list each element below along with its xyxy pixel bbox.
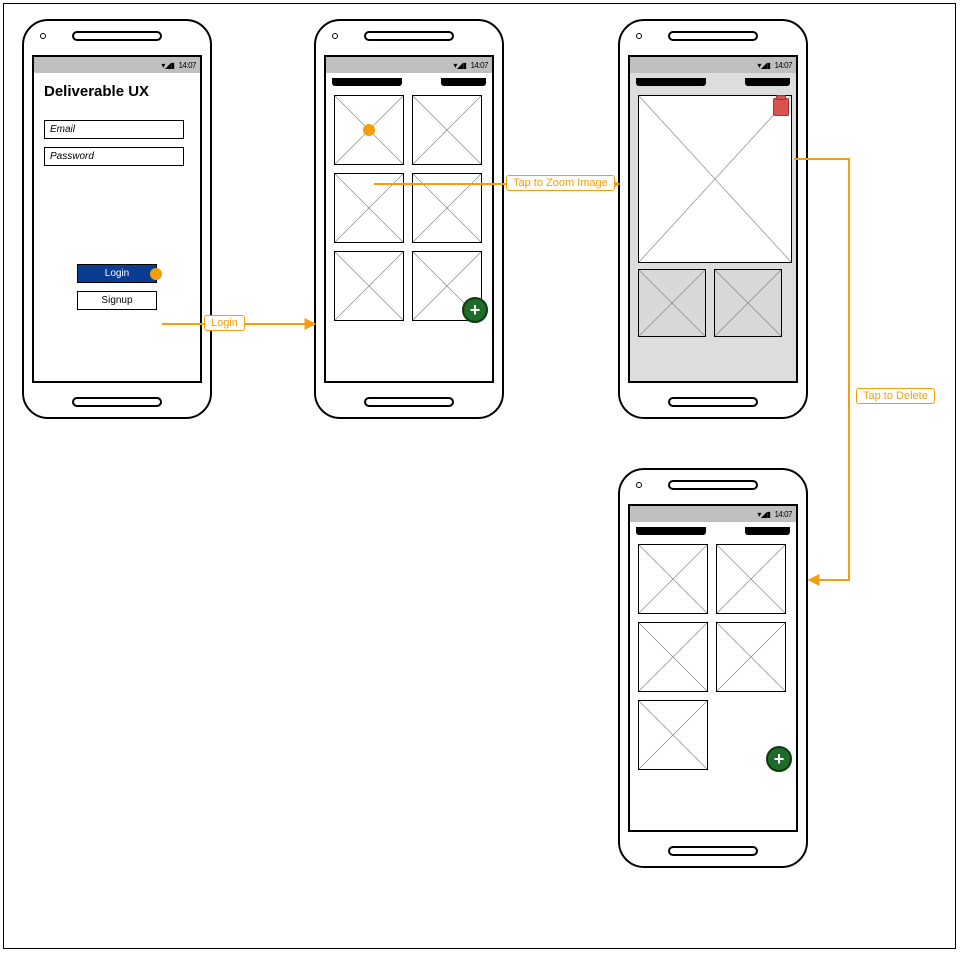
diagram-canvas: ▾◢▮ 14:07 Deliverable UX Email Password … <box>3 3 956 949</box>
speaker-icon <box>72 31 162 41</box>
speaker-icon <box>668 31 758 41</box>
gallery-thumb[interactable] <box>716 544 786 614</box>
gallery-header <box>326 73 492 91</box>
gallery-thumb[interactable] <box>716 622 786 692</box>
status-icons: ▾◢▮ <box>757 61 770 70</box>
phone-detail: ▾◢▮ 14:07 <box>618 19 808 419</box>
flow-label-login: Login <box>204 315 245 331</box>
gallery-thumb[interactable] <box>714 269 782 337</box>
add-button[interactable]: + <box>766 746 792 772</box>
screen: ▾◢▮ 14:07 + <box>628 504 798 832</box>
placeholder-text-icon <box>745 527 790 535</box>
login-button-label: Login <box>105 268 129 279</box>
phone-gallery-after-delete: ▾◢▮ 14:07 + <box>618 468 808 868</box>
zoomed-image[interactable] <box>638 95 792 263</box>
gallery-thumb[interactable] <box>334 173 404 243</box>
status-icons: ▾◢▮ <box>161 61 174 70</box>
status-bar: ▾◢▮ 14:07 <box>326 57 492 73</box>
gallery-thumb[interactable] <box>638 622 708 692</box>
add-button[interactable]: + <box>462 297 488 323</box>
signup-button[interactable]: Signup <box>77 291 157 310</box>
status-time: 14:07 <box>470 61 488 70</box>
placeholder-text-icon <box>636 527 706 535</box>
camera-dot <box>636 33 642 39</box>
speaker-icon <box>364 31 454 41</box>
speaker-icon <box>668 397 758 407</box>
phone-gallery: ▾◢▮ 14:07 + <box>314 19 504 419</box>
gallery-header <box>630 522 796 540</box>
screen: ▾◢▮ 14:07 Deliverable UX Email Password … <box>32 55 202 383</box>
placeholder-text-icon <box>441 78 486 86</box>
phone-login: ▾◢▮ 14:07 Deliverable UX Email Password … <box>22 19 212 419</box>
flow-label-zoom: Tap to Zoom Image <box>506 175 615 191</box>
speaker-icon <box>72 397 162 407</box>
flow-anchor-icon <box>150 268 162 280</box>
camera-dot <box>40 33 46 39</box>
placeholder-text-icon <box>636 78 706 86</box>
flow-anchor-icon <box>363 124 375 136</box>
gallery-thumb[interactable] <box>334 95 404 165</box>
screen: ▾◢▮ 14:07 + <box>324 55 494 383</box>
email-field[interactable]: Email <box>44 120 184 139</box>
password-field[interactable]: Password <box>44 147 184 166</box>
camera-dot <box>636 482 642 488</box>
status-bar: ▾◢▮ 14:07 <box>630 506 796 522</box>
status-bar: ▾◢▮ 14:07 <box>630 57 796 73</box>
speaker-icon <box>668 480 758 490</box>
login-button[interactable]: Login <box>77 264 157 283</box>
trash-icon[interactable] <box>773 98 789 116</box>
flow-label-delete: Tap to Delete <box>856 388 935 404</box>
status-bar: ▾◢▮ 14:07 <box>34 57 200 73</box>
speaker-icon <box>364 397 454 407</box>
screen: ▾◢▮ 14:07 <box>628 55 798 383</box>
status-time: 14:07 <box>178 61 196 70</box>
speaker-icon <box>668 846 758 856</box>
plus-icon: + <box>470 301 481 319</box>
gallery-thumb[interactable] <box>334 251 404 321</box>
app-title: Deliverable UX <box>44 83 190 100</box>
gallery-thumb[interactable] <box>638 700 708 770</box>
camera-dot <box>332 33 338 39</box>
status-icons: ▾◢▮ <box>453 61 466 70</box>
gallery-header <box>630 73 796 91</box>
placeholder-text-icon <box>332 78 402 86</box>
placeholder-text-icon <box>745 78 790 86</box>
status-icons: ▾◢▮ <box>757 510 770 519</box>
status-time: 14:07 <box>774 510 792 519</box>
status-time: 14:07 <box>774 61 792 70</box>
gallery-thumb[interactable] <box>412 95 482 165</box>
gallery-thumb[interactable] <box>638 544 708 614</box>
gallery-thumb[interactable] <box>412 173 482 243</box>
gallery-thumb[interactable] <box>638 269 706 337</box>
plus-icon: + <box>774 750 785 768</box>
